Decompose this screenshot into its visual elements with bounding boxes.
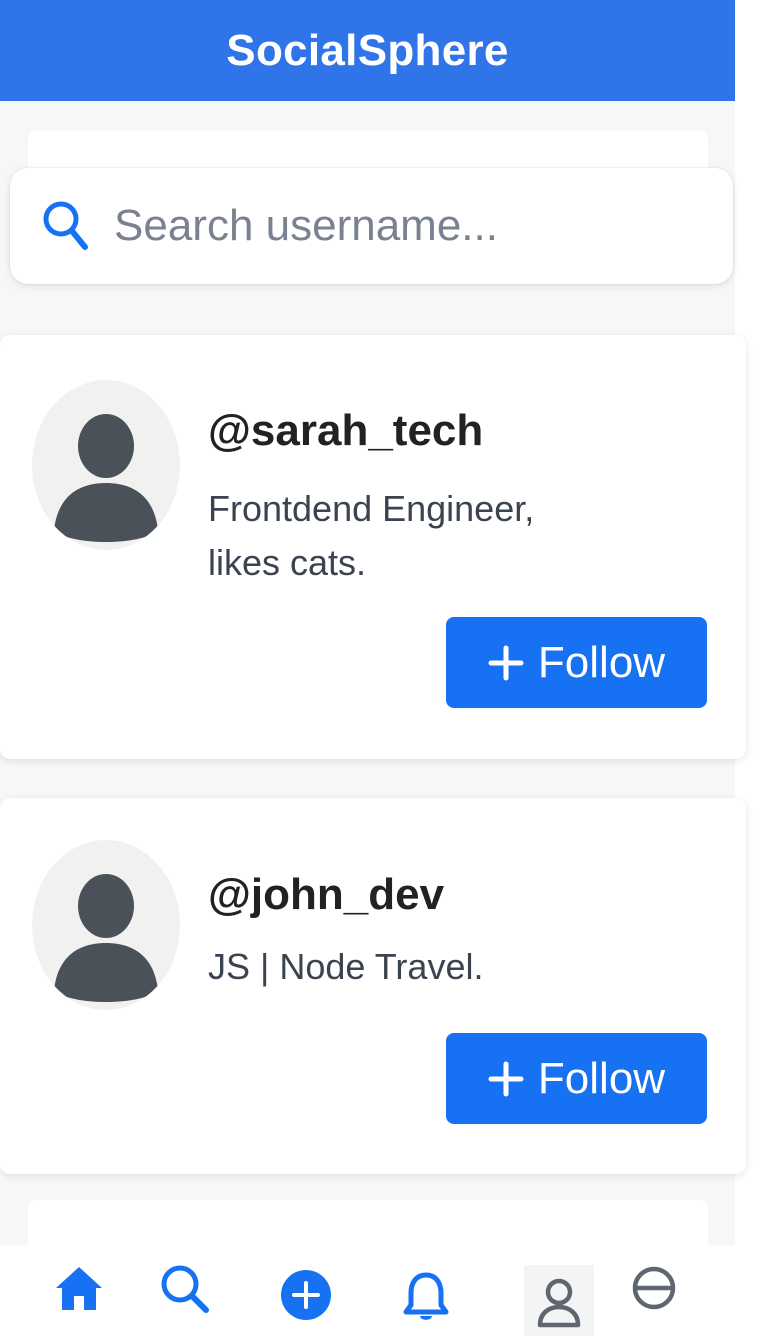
- avatar: [32, 840, 180, 1010]
- nav-search[interactable]: [155, 1245, 213, 1336]
- nav-create[interactable]: [276, 1245, 336, 1336]
- follow-button[interactable]: Follow: [446, 617, 707, 708]
- avatar: [32, 380, 180, 550]
- bell-icon: [402, 1251, 450, 1330]
- app-screen: SocialSphere @sarah_tech Frontdend Engin…: [0, 0, 778, 1336]
- nav-profile[interactable]: [524, 1265, 594, 1336]
- search-icon: [40, 198, 92, 254]
- username[interactable]: @john_dev: [208, 870, 444, 920]
- bio-line: JS | Node Travel.: [208, 946, 484, 987]
- block-icon: [631, 1265, 677, 1316]
- follow-label: Follow: [537, 637, 666, 687]
- user-bio: JS | Node Travel.: [208, 940, 588, 994]
- app-title: SocialSphere: [226, 25, 509, 75]
- bio-line: Frontdend Engineer,: [208, 488, 535, 529]
- bottom-nav: [0, 1245, 735, 1336]
- search-input[interactable]: [114, 201, 674, 251]
- nav-block[interactable]: [628, 1245, 680, 1336]
- nav-home[interactable]: [50, 1245, 108, 1336]
- add-icon: [280, 1255, 332, 1326]
- search-bar[interactable]: [10, 168, 733, 284]
- user-bio: Frontdend Engineer, likes cats.: [208, 482, 588, 590]
- nav-notifications[interactable]: [398, 1245, 454, 1336]
- follow-button[interactable]: Follow: [446, 1033, 707, 1124]
- user-card: @sarah_tech Frontdend Engineer, likes ca…: [0, 335, 746, 759]
- plus-icon: [488, 1061, 524, 1097]
- username[interactable]: @sarah_tech: [208, 406, 483, 456]
- profile-icon: [536, 1277, 582, 1334]
- app-header: SocialSphere: [0, 0, 735, 101]
- bio-line: likes cats.: [208, 542, 367, 583]
- follow-label: Follow: [537, 1053, 666, 1103]
- search-icon: [158, 1262, 210, 1319]
- home-icon: [54, 1264, 104, 1317]
- user-card: @john_dev JS | Node Travel. Follow: [0, 798, 746, 1174]
- plus-icon: [488, 645, 524, 681]
